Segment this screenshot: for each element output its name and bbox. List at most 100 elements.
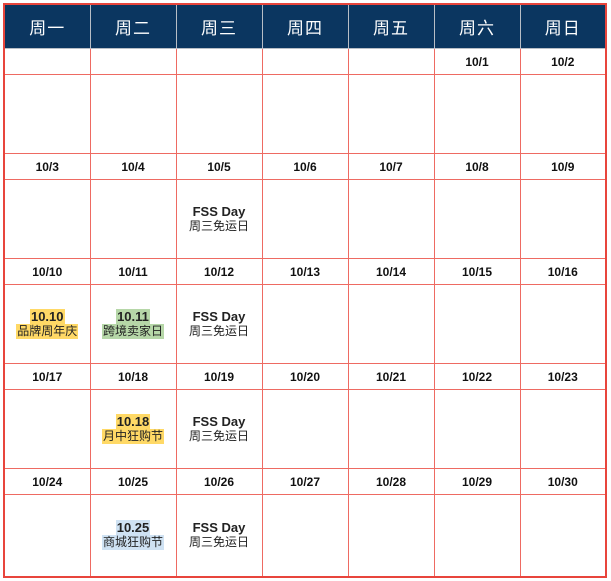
week-1-event-row xyxy=(3,74,607,154)
date-cell: 10/28 xyxy=(347,468,435,495)
event-cell xyxy=(519,179,607,259)
event-cell xyxy=(433,284,521,364)
brand-anniversary-event: 10.10 品牌周年庆 xyxy=(16,308,79,339)
date-cell: 10/18 xyxy=(89,363,177,390)
date-cell xyxy=(3,48,91,75)
event-cell xyxy=(347,74,435,154)
date-cell: 10/3 xyxy=(3,153,91,180)
event-title: FSS Day xyxy=(192,308,246,324)
fss-day-event: FSS Day 周三免运日 xyxy=(189,309,249,339)
event-subtitle: 周三免运日 xyxy=(188,323,249,338)
date-cell: 10/29 xyxy=(433,468,521,495)
date-cell: 10/15 xyxy=(433,258,521,285)
calendar-grid: 周一 周二 周三 周四 周五 周六 周日 10/1 10/2 10/3 10/4… xyxy=(3,3,607,578)
date-cell: 10/7 xyxy=(347,153,435,180)
event-cell xyxy=(433,389,521,469)
date-cell: 10/24 xyxy=(3,468,91,495)
fss-day-event: FSS Day 周三免运日 xyxy=(189,414,249,444)
date-cell: 10/21 xyxy=(347,363,435,390)
event-subtitle: 周三免运日 xyxy=(188,535,249,549)
date-cell xyxy=(89,48,177,75)
week-5-date-row: 10/24 10/25 10/26 10/27 10/28 10/29 10/3… xyxy=(3,468,607,495)
week-1-date-row: 10/1 10/2 xyxy=(3,48,607,75)
event-cell: 10.11 跨境卖家日 xyxy=(89,284,177,364)
weekday-header-thu: 周四 xyxy=(261,4,349,49)
event-cell: 10.25 商城狂购节 xyxy=(89,494,177,578)
event-cell xyxy=(3,179,91,259)
event-cell: 10.18 月中狂购节 xyxy=(89,389,177,469)
date-cell: 10/14 xyxy=(347,258,435,285)
mid-month-sale-event: 10.18 月中狂购节 xyxy=(101,413,164,444)
event-subtitle: 月中狂购节 xyxy=(101,428,164,444)
event-cell xyxy=(89,74,177,154)
date-cell: 10/27 xyxy=(261,468,349,495)
event-cell xyxy=(175,74,263,154)
weekday-header-sun: 周日 xyxy=(519,4,607,49)
date-cell: 10/11 xyxy=(89,258,177,285)
weekday-header-row: 周一 周二 周三 周四 周五 周六 周日 xyxy=(3,4,607,49)
week-2-date-row: 10/3 10/4 10/5 10/6 10/7 10/8 10/9 xyxy=(3,153,607,180)
week-3-event-row: 10.10 品牌周年庆 10.11 跨境卖家日 FSS Day 周三免运日 xyxy=(3,284,607,364)
weekday-header-mon: 周一 xyxy=(3,4,91,49)
event-subtitle: 商城狂购节 xyxy=(101,535,164,550)
date-cell: 10/16 xyxy=(519,258,607,285)
fss-day-event: FSS Day 周三免运日 xyxy=(189,204,249,234)
event-cell xyxy=(347,494,435,578)
event-title: FSS Day xyxy=(192,413,246,429)
week-4-event-row: 10.18 月中狂购节 FSS Day 周三免运日 xyxy=(3,389,607,469)
event-cell: FSS Day 周三免运日 xyxy=(175,179,263,259)
event-cell xyxy=(519,284,607,364)
event-cell xyxy=(261,389,349,469)
date-cell: 10/30 xyxy=(519,468,607,495)
event-cell xyxy=(433,179,521,259)
event-cell xyxy=(347,179,435,259)
date-cell xyxy=(347,48,435,75)
weekday-header-sat: 周六 xyxy=(433,4,521,49)
cross-border-seller-day-event: 10.11 跨境卖家日 xyxy=(101,308,164,339)
week-3-date-row: 10/10 10/11 10/12 10/13 10/14 10/15 10/1… xyxy=(3,258,607,285)
date-cell: 10/19 xyxy=(175,363,263,390)
event-cell xyxy=(261,179,349,259)
event-cell xyxy=(519,74,607,154)
event-title: FSS Day xyxy=(192,203,246,219)
event-cell xyxy=(3,389,91,469)
date-cell: 10/9 xyxy=(519,153,607,180)
event-subtitle: 跨境卖家日 xyxy=(101,323,164,339)
date-cell xyxy=(175,48,263,75)
event-cell: 10.10 品牌周年庆 xyxy=(3,284,91,364)
event-title: 10.25 xyxy=(115,520,151,535)
date-cell: 10/4 xyxy=(89,153,177,180)
event-cell xyxy=(261,284,349,364)
date-cell: 10/1 xyxy=(433,48,521,75)
event-title: 10.18 xyxy=(115,413,151,429)
date-cell: 10/6 xyxy=(261,153,349,180)
date-cell: 10/25 xyxy=(89,468,177,495)
event-subtitle: 周三免运日 xyxy=(188,428,249,443)
event-cell: FSS Day 周三免运日 xyxy=(175,389,263,469)
week-5-event-row: 10.25 商城狂购节 FSS Day 周三免运日 xyxy=(3,494,607,578)
event-cell xyxy=(519,494,607,578)
event-subtitle: 品牌周年庆 xyxy=(16,323,79,339)
event-title: 10.11 xyxy=(116,308,150,324)
event-subtitle: 周三免运日 xyxy=(188,218,249,233)
event-cell xyxy=(433,494,521,578)
fss-day-event: FSS Day 周三免运日 xyxy=(189,520,249,550)
event-cell xyxy=(89,179,177,259)
event-cell: FSS Day 周三免运日 xyxy=(175,494,263,578)
weekday-header-tue: 周二 xyxy=(89,4,177,49)
event-cell xyxy=(261,74,349,154)
date-cell: 10/23 xyxy=(519,363,607,390)
event-title: 10.10 xyxy=(29,308,65,324)
event-cell xyxy=(519,389,607,469)
date-cell: 10/20 xyxy=(261,363,349,390)
event-cell xyxy=(3,74,91,154)
event-cell xyxy=(347,284,435,364)
date-cell: 10/13 xyxy=(261,258,349,285)
date-cell: 10/5 xyxy=(175,153,263,180)
event-cell xyxy=(347,389,435,469)
date-cell: 10/17 xyxy=(3,363,91,390)
event-cell xyxy=(433,74,521,154)
date-cell: 10/8 xyxy=(433,153,521,180)
event-title: FSS Day xyxy=(192,520,246,535)
date-cell xyxy=(261,48,349,75)
